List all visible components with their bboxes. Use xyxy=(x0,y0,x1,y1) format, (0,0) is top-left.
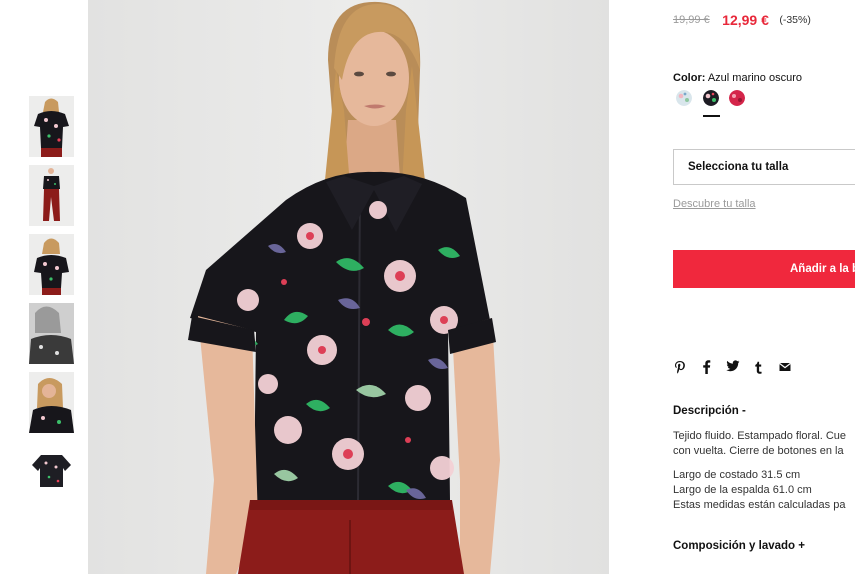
original-price: 19,99 € xyxy=(673,13,710,26)
color-swatches xyxy=(676,90,756,120)
sale-price: 12,99 € xyxy=(722,11,769,28)
twitter-icon[interactable] xyxy=(726,360,740,376)
size-select[interactable]: Selecciona tu talla xyxy=(673,149,855,185)
model-photo xyxy=(88,0,609,574)
color-label: Color: xyxy=(673,72,706,84)
thumbnail-5-portrait[interactable] xyxy=(29,372,74,433)
description-line: Largo de costado 31.5 cm xyxy=(673,469,801,481)
swatch-light-print[interactable] xyxy=(676,90,692,106)
thumbnail-1-front[interactable] xyxy=(29,96,74,157)
share-icons xyxy=(673,360,803,376)
selected-swatch-indicator xyxy=(703,115,720,117)
tumblr-icon[interactable] xyxy=(754,360,763,376)
facebook-icon[interactable] xyxy=(702,360,711,376)
email-icon[interactable] xyxy=(779,362,791,378)
thumbnail-2-full-body[interactable] xyxy=(29,165,74,226)
description-line: con vuelta. Cierre de botones en la xyxy=(673,445,844,457)
color-value: Azul marino oscuro xyxy=(707,72,802,84)
add-to-bag-button[interactable]: Añadir a la b xyxy=(673,250,855,288)
thumbnail-3-closeup[interactable] xyxy=(29,234,74,295)
color-row: Color: Azul marino oscuro xyxy=(673,72,802,84)
composition-toggle[interactable]: Composición y lavado + xyxy=(673,540,805,552)
pinterest-icon[interactable] xyxy=(674,360,686,376)
product-info-panel: 19,99 € 12,99 € (-35%) Color: Azul marin… xyxy=(673,0,855,574)
main-product-image[interactable] xyxy=(88,0,609,574)
size-guide-link[interactable]: Descubre tu talla xyxy=(673,198,756,210)
thumbnail-6-flat-lay[interactable] xyxy=(29,441,74,502)
description-line: Estas medidas están calculadas pa xyxy=(673,499,846,511)
price-row: 19,99 € 12,99 € (-35%) xyxy=(673,11,811,29)
description-line: Largo de la espalda 61.0 cm xyxy=(673,484,812,496)
description-line: Tejido fluido. Estampado floral. Cue xyxy=(673,430,847,442)
description-toggle[interactable]: Descripción - xyxy=(673,405,746,417)
swatch-red-print[interactable] xyxy=(729,90,745,106)
discount-badge: (-35%) xyxy=(779,13,811,26)
swatch-navy-print[interactable] xyxy=(703,90,719,106)
thumbnail-4-bw-portrait[interactable] xyxy=(29,303,74,364)
